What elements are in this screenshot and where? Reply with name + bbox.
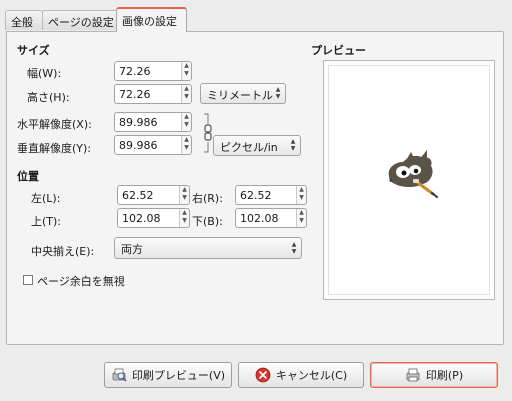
ignore-margins-label[interactable]: ページ余白を無視: [37, 273, 125, 289]
yres-spin-arrows[interactable]: ▲ ▼: [181, 136, 191, 154]
center-value: 両方: [121, 243, 143, 256]
bottom-spin-arrows[interactable]: ▲ ▼: [296, 209, 306, 227]
print-label: 印刷(P): [425, 369, 464, 382]
top-spinbox[interactable]: 102.08 ▲ ▼: [117, 208, 190, 228]
width-spinbox[interactable]: 72.26 ▲ ▼: [114, 61, 192, 81]
height-spinbox[interactable]: 72.26 ▲ ▼: [114, 84, 192, 104]
chevron-updown-icon: ▲ ▼: [275, 86, 281, 100]
preview-page: [328, 65, 490, 295]
left-spinbox[interactable]: 62.52 ▲ ▼: [117, 185, 190, 205]
width-spin-arrows[interactable]: ▲ ▼: [181, 62, 191, 80]
image-settings-panel: サイズ 幅(W): 72.26 ▲ ▼ 高さ(H): 72.26 ▲ ▼ ミリメート…: [6, 31, 504, 345]
print-button[interactable]: 印刷(P): [370, 362, 498, 388]
left-spin-arrows[interactable]: ▲ ▼: [179, 186, 189, 204]
chevron-updown-icon: ▲ ▼: [291, 241, 297, 255]
size-section-title: サイズ: [17, 44, 50, 57]
right-spin-arrows[interactable]: ▲ ▼: [296, 186, 306, 204]
top-spin-arrows[interactable]: ▲ ▼: [179, 209, 189, 227]
xres-spin-arrows[interactable]: ▲ ▼: [181, 113, 191, 131]
height-spin-arrows[interactable]: ▲ ▼: [181, 85, 191, 103]
left-value: 62.52: [122, 189, 154, 202]
cancel-icon: [255, 367, 271, 383]
width-value: 72.26: [119, 65, 151, 78]
width-label: 幅(W):: [27, 67, 62, 80]
height-label: 高さ(H):: [27, 91, 70, 104]
bottom-value: 102.08: [240, 212, 279, 225]
cancel-button[interactable]: キャンセル(C): [238, 362, 364, 388]
preview-frame: [323, 60, 495, 300]
bottom-spinbox[interactable]: 102.08 ▲ ▼: [235, 208, 307, 228]
gimp-wilber-image: [388, 150, 438, 198]
tab-general[interactable]: 全般: [5, 10, 43, 30]
xres-spinbox[interactable]: 89.986 ▲ ▼: [114, 112, 192, 132]
height-value: 72.26: [119, 88, 151, 101]
yres-value: 89.986: [119, 139, 158, 152]
bottom-label: 下(B):: [192, 215, 223, 228]
tab-page-setup[interactable]: ページの設定: [42, 10, 118, 30]
preview-title: プレビュー: [311, 44, 366, 57]
ignore-margins-checkbox[interactable]: [23, 275, 33, 285]
yres-spinbox[interactable]: 89.986 ▲ ▼: [114, 135, 192, 155]
chevron-updown-icon: ▲ ▼: [290, 138, 296, 152]
xres-label: 水平解像度(X):: [17, 118, 92, 131]
right-spinbox[interactable]: 62.52 ▲ ▼: [235, 185, 307, 205]
top-value: 102.08: [122, 212, 161, 225]
print-preview-button[interactable]: 印刷プレビュー(V): [104, 362, 232, 388]
size-unit-select[interactable]: ミリメートル ▲ ▼: [200, 83, 286, 104]
tab-image-settings[interactable]: 画像の設定: [116, 7, 187, 32]
resolution-unit-value: ピクセル/in: [220, 141, 278, 154]
position-section-title: 位置: [17, 170, 39, 183]
right-label: 右(R):: [192, 192, 223, 205]
resolution-unit-select[interactable]: ピクセル/in ▲ ▼: [213, 135, 301, 156]
print-preview-label: 印刷プレビュー(V): [131, 369, 226, 382]
tab-general-label: 全般: [11, 16, 33, 29]
size-unit-value: ミリメートル: [207, 89, 273, 102]
tab-page-setup-label: ページの設定: [48, 16, 114, 29]
printer-icon: [406, 368, 420, 382]
cancel-label: キャンセル(C): [275, 369, 348, 382]
left-label: 左(L):: [31, 192, 61, 205]
center-select[interactable]: 両方 ▲ ▼: [114, 237, 302, 259]
yres-label: 垂直解像度(Y):: [17, 142, 92, 155]
print-preview-icon: [112, 368, 127, 382]
tab-image-settings-label: 画像の設定: [122, 15, 177, 28]
xres-value: 89.986: [119, 116, 158, 129]
right-value: 62.52: [240, 189, 272, 202]
top-label: 上(T):: [31, 215, 62, 228]
center-label: 中央揃え(E):: [31, 245, 95, 258]
